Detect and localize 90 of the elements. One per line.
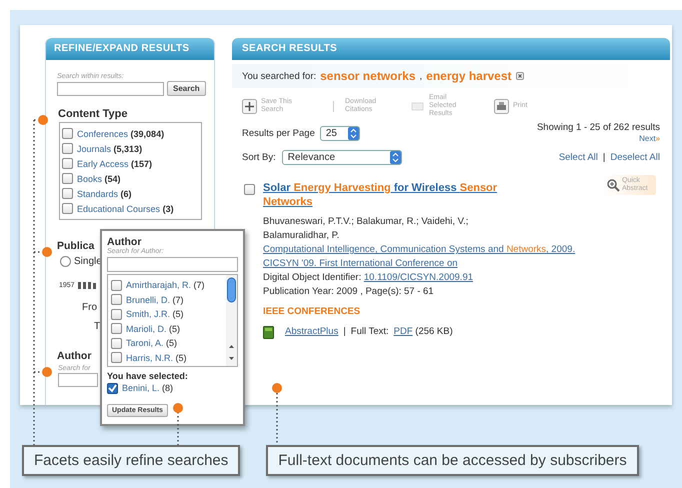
remove-icon[interactable] [516,72,524,80]
pdf-link[interactable]: PDF [394,326,413,337]
publication-link[interactable]: Computational Intelligence, Communication Systems and Networks, 2009. CICSYN '09. First International Conference on [263,243,583,271]
author-count: (7) [172,294,184,305]
search-button[interactable]: Search [167,81,206,96]
year-histogram-drawing [78,281,96,289]
author-count: (5) [166,338,178,348]
search-term: energy harvest [426,69,512,83]
facet-count: (3) [162,204,174,214]
author-link[interactable]: Marioli, D. [126,324,167,334]
to-label: T [94,321,100,332]
section-heading: Content Type [58,108,128,120]
checkbox[interactable] [62,143,73,154]
full-text-label: Full Text: [350,325,389,339]
search-field[interactable] [57,82,164,96]
facet-link[interactable]: Early Access [77,158,129,168]
facet-count: (39,084) [130,128,164,138]
checkbox[interactable] [111,280,122,291]
facet-count: (54) [104,174,121,184]
author-link[interactable]: Harris, N.R. [126,352,173,363]
author-search-field[interactable] [107,257,238,272]
sort-label: Sort By: [242,152,276,163]
search-term: sensor networks [320,69,416,83]
source-label: IEEE CONFERENCES [263,305,362,319]
facet-count: (5,313) [114,144,142,154]
facet-count: (6) [120,188,132,198]
checkbox[interactable] [111,323,122,334]
author-count: (5) [176,352,187,363]
sort-select[interactable]: Relevance [282,150,402,165]
results-count: Showing 1 - 25 of 262 results [536,122,660,133]
checkbox[interactable] [62,128,73,139]
author-count: (5) [169,324,180,334]
publication-year-pages: Publication Year: 2009 , Page(s): 57 - 61 [263,285,435,299]
stepper-icon [348,126,359,140]
per-page-label: Results per Page [242,128,315,138]
from-label: Fro [82,302,97,313]
term-separator: , [420,70,422,82]
facet-link[interactable]: Conferences [77,128,128,138]
facet-link[interactable]: Educational Courses [77,204,160,214]
facet-link[interactable]: Journals [77,144,112,154]
author-count: (8) [162,383,174,394]
section-heading: Author [57,350,92,362]
author-link[interactable]: Smith, J.R. [126,309,170,320]
callout-box: Full-text documents can be accessed by subscribers [266,445,639,476]
book-icon[interactable] [263,326,274,338]
author-link[interactable]: Benini, L. [122,383,160,394]
popup-title: Author [107,236,142,248]
abstract-plus-link[interactable]: AbstractPlus [285,325,338,339]
checkbox[interactable] [62,158,73,169]
sidebar-header: REFINE/EXPAND RESULTS [46,38,214,60]
per-page-select[interactable]: 25 [320,126,360,140]
author-count: (5) [172,309,184,320]
checkbox[interactable] [62,188,73,199]
file-size: (256 KB) [415,326,453,337]
select-all-link[interactable]: Select All [558,152,598,163]
stepper-icon [390,151,401,164]
checkbox[interactable] [62,173,73,184]
author-link[interactable]: Amirtharajah, R. [126,280,192,290]
author-link[interactable]: Brunelli, D. [126,294,170,305]
facet-count: (157) [131,158,152,168]
plus-icon[interactable] [242,98,257,114]
magnifier-icon [606,178,620,192]
radio-button[interactable] [60,256,71,267]
checkbox[interactable] [111,352,122,364]
check-icon [108,384,117,393]
checkbox[interactable] [62,203,73,214]
result-authors: Bhuvaneswari, P.T.V.; Balakumar, R.; Vaidehi, V.; Balamuralidhar, P. [263,215,470,243]
section-heading: Publica [57,240,94,252]
author-link[interactable]: Taroni, A. [126,338,164,348]
link-separator: | [602,152,606,163]
checkbox[interactable] [111,338,122,349]
doi-label: Digital Object Identifier: [263,272,362,283]
printer-icon[interactable] [494,98,509,114]
callout-box: Facets easily refine searches [22,445,240,476]
result-title-link[interactable]: Solar Energy Harvesting for Wireless Sensor Networks [263,181,543,209]
facet-link[interactable]: Standards [77,188,118,198]
checkbox[interactable] [107,382,118,394]
deselect-all-link[interactable]: Deselect All [610,152,660,163]
checkbox[interactable] [244,184,255,195]
checkbox[interactable] [111,294,122,306]
facet-link[interactable]: Books [77,174,102,184]
author-search-field[interactable] [58,373,98,387]
doi-link[interactable]: 10.1109/CICSYN.2009.91 [364,272,474,283]
selected-heading: You have selected: [107,371,189,381]
searched-label: You searched for: [242,70,316,82]
link-separator: | [343,325,346,339]
next-link[interactable]: Next» [639,134,660,143]
checkbox[interactable] [111,308,122,320]
results-header: SEARCH RESULTS [232,38,670,60]
author-count: (7) [194,280,205,290]
